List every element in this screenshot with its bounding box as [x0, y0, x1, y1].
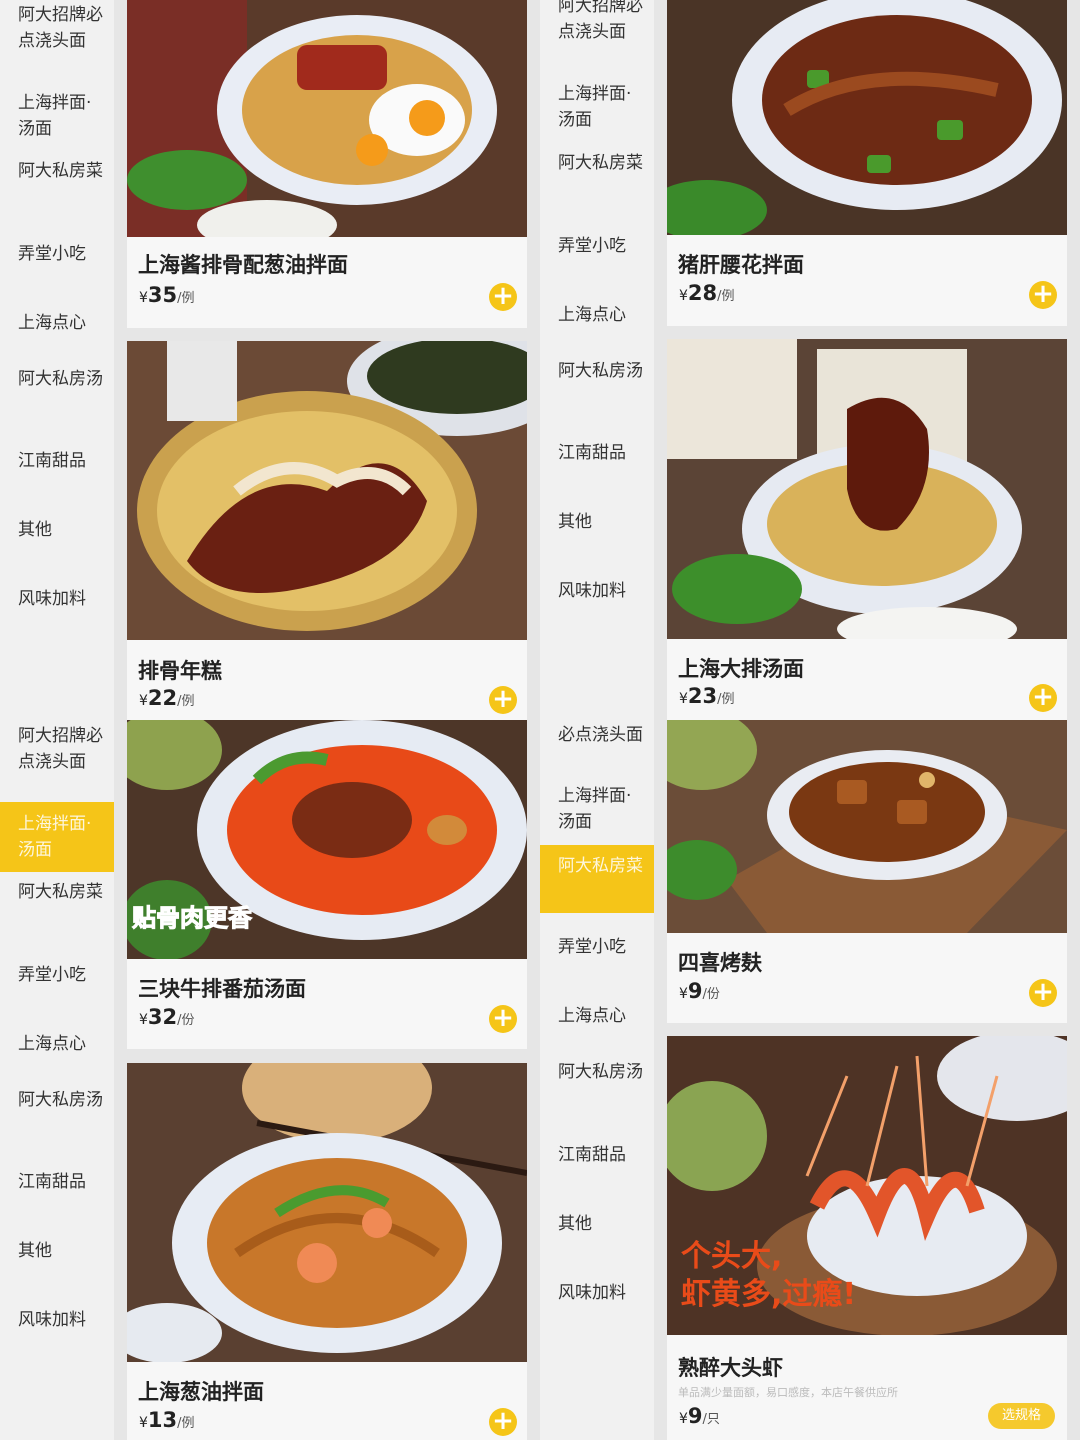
dish-price: ¥28/例 [679, 281, 735, 305]
nav-item-signature-noodles[interactable]: 阿大招牌必点浇头面 [540, 0, 654, 45]
category-sidebar: 必点浇头面 上海拌面·汤面 阿大私房菜 弄堂小吃 上海点心 阿大私房汤 江南甜品… [540, 720, 654, 1440]
nav-item-private-dishes[interactable]: 阿大私房菜 [540, 150, 654, 176]
dish-title: 排骨年糕 [138, 659, 222, 683]
promo-overlay-text: 个头大, 虾黄多,过瘾! [681, 1239, 857, 1312]
plus-circle-icon: + [492, 1003, 514, 1033]
dish-photo [667, 339, 1067, 639]
promo-overlay-text: 贴骨肉更香 [132, 904, 253, 933]
dish-photo [127, 0, 527, 237]
nav-item-private-soup[interactable]: 阿大私房汤 [0, 1087, 114, 1113]
dish-title: 上海大排汤面 [678, 657, 804, 681]
nav-item-other[interactable]: 其他 [540, 1211, 654, 1237]
screen-bottom-right: 必点浇头面 上海拌面·汤面 阿大私房菜 弄堂小吃 上海点心 阿大私房汤 江南甜品… [540, 720, 1080, 1440]
dish-price: ¥9/只 [679, 1404, 720, 1428]
add-to-cart-button[interactable]: + [489, 686, 517, 714]
nav-item-signature-noodles[interactable]: 阿大招牌必点浇头面 [0, 2, 114, 54]
nav-item-mixed-noodles[interactable]: 上海拌面·汤面 [0, 802, 114, 872]
dish-title: 猪肝腰花拌面 [678, 253, 804, 277]
plus-circle-icon: + [1032, 279, 1054, 309]
nav-item-alley-snacks[interactable]: 弄堂小吃 [540, 233, 654, 259]
nav-item-desserts[interactable]: 江南甜品 [0, 1169, 114, 1195]
plus-circle-icon: + [492, 684, 514, 714]
nav-item-other[interactable]: 其他 [540, 509, 654, 535]
nav-item-extras[interactable]: 风味加料 [0, 1307, 114, 1333]
dish-price: ¥22/例 [139, 686, 195, 710]
plus-circle-icon: + [1032, 977, 1054, 1007]
nav-item-mixed-noodles[interactable]: 上海拌面·汤面 [540, 783, 654, 835]
nav-item-private-dishes[interactable]: 阿大私房菜 [540, 845, 654, 913]
add-to-cart-button[interactable]: + [1029, 281, 1057, 309]
dish-title: 四喜烤麸 [678, 951, 762, 975]
nav-item-desserts[interactable]: 江南甜品 [540, 1142, 654, 1168]
nav-item-signature-noodles[interactable]: 阿大招牌必点浇头面 [0, 723, 114, 775]
nav-item-desserts[interactable]: 江南甜品 [540, 440, 654, 466]
add-to-cart-button[interactable]: + [1029, 979, 1057, 1007]
nav-item-mixed-noodles[interactable]: 上海拌面·汤面 [0, 90, 114, 142]
dish-price: ¥35/例 [139, 283, 195, 307]
nav-item-mixed-noodles[interactable]: 上海拌面·汤面 [540, 81, 654, 133]
nav-item-private-soup[interactable]: 阿大私房汤 [0, 366, 114, 392]
screen-top-left: 阿大招牌必点浇头面 上海拌面·汤面 阿大私房菜 弄堂小吃 上海点心 阿大私房汤 … [0, 0, 540, 720]
dish-photo [127, 1063, 527, 1362]
dish-title: 上海酱排骨配葱油拌面 [138, 253, 348, 277]
nav-item-dim-sum[interactable]: 上海点心 [0, 310, 114, 336]
nav-item-alley-snacks[interactable]: 弄堂小吃 [0, 241, 114, 267]
dish-subtitle: 单品满少量面额，易口感度，本店午餐供应所 [678, 1386, 898, 1399]
dish-price: ¥32/份 [139, 1005, 195, 1029]
nav-item-alley-snacks[interactable]: 弄堂小吃 [0, 962, 114, 988]
add-to-cart-button[interactable]: + [489, 1408, 517, 1436]
product-card[interactable]: 上海大排汤面 ¥23/例 + [667, 339, 1067, 720]
nav-item-other[interactable]: 其他 [0, 517, 114, 543]
add-to-cart-button[interactable]: + [489, 1005, 517, 1033]
product-card[interactable]: 个头大, 虾黄多,过瘾! 熟醉大头虾 单品满少量面额，易口感度，本店午餐供应所 … [667, 1036, 1067, 1440]
dish-title: 三块牛排番茄汤面 [138, 977, 306, 1001]
screen-bottom-left: 阿大招牌必点浇头面 上海拌面·汤面 阿大私房菜 弄堂小吃 上海点心 阿大私房汤 … [0, 720, 540, 1440]
nav-item-desserts[interactable]: 江南甜品 [0, 448, 114, 474]
product-card[interactable]: 四喜烤麸 ¥9/份 + [667, 720, 1067, 1023]
nav-item-dim-sum[interactable]: 上海点心 [540, 302, 654, 328]
select-spec-button[interactable]: 选规格 [987, 1403, 1055, 1429]
dish-price: ¥13/例 [139, 1408, 195, 1432]
add-to-cart-button[interactable]: + [489, 283, 517, 311]
nav-item-private-soup[interactable]: 阿大私房汤 [540, 358, 654, 384]
nav-item-other[interactable]: 其他 [0, 1238, 114, 1264]
dish-photo [667, 720, 1067, 933]
plus-circle-icon: + [492, 1406, 514, 1436]
dish-title: 熟醉大头虾 [678, 1356, 783, 1380]
screen-top-right: 阿大招牌必点浇头面 上海拌面·汤面 阿大私房菜 弄堂小吃 上海点心 阿大私房汤 … [540, 0, 1080, 720]
nav-item-signature-noodles[interactable]: 必点浇头面 [540, 722, 654, 748]
product-card[interactable]: 贴骨肉更香 三块牛排番茄汤面 ¥32/份 + [127, 720, 527, 1049]
product-card[interactable]: 上海葱油拌面 ¥13/例 + [127, 1063, 527, 1440]
nav-item-private-soup[interactable]: 阿大私房汤 [540, 1059, 654, 1085]
nav-item-private-dishes[interactable]: 阿大私房菜 [0, 879, 114, 905]
nav-item-extras[interactable]: 风味加料 [540, 578, 654, 604]
nav-item-extras[interactable]: 风味加料 [0, 586, 114, 612]
product-card[interactable]: 上海酱排骨配葱油拌面 ¥35/例 + [127, 0, 527, 328]
category-sidebar: 阿大招牌必点浇头面 上海拌面·汤面 阿大私房菜 弄堂小吃 上海点心 阿大私房汤 … [0, 720, 114, 1440]
product-card[interactable]: 猪肝腰花拌面 ¥28/例 + [667, 0, 1067, 326]
nav-item-private-dishes[interactable]: 阿大私房菜 [0, 158, 114, 184]
dish-title: 上海葱油拌面 [138, 1380, 264, 1404]
nav-item-alley-snacks[interactable]: 弄堂小吃 [540, 934, 654, 960]
add-to-cart-button[interactable]: + [1029, 684, 1057, 712]
category-sidebar: 阿大招牌必点浇头面 上海拌面·汤面 阿大私房菜 弄堂小吃 上海点心 阿大私房汤 … [0, 0, 114, 720]
plus-circle-icon: + [492, 281, 514, 311]
dish-price: ¥9/份 [679, 979, 720, 1003]
category-sidebar: 阿大招牌必点浇头面 上海拌面·汤面 阿大私房菜 弄堂小吃 上海点心 阿大私房汤 … [540, 0, 654, 720]
dish-photo [667, 0, 1067, 235]
nav-item-dim-sum[interactable]: 上海点心 [540, 1003, 654, 1029]
nav-item-extras[interactable]: 风味加料 [540, 1280, 654, 1306]
dish-photo [127, 341, 527, 640]
plus-circle-icon: + [1032, 682, 1054, 712]
nav-item-dim-sum[interactable]: 上海点心 [0, 1031, 114, 1057]
dish-price: ¥23/例 [679, 684, 735, 708]
product-card[interactable]: 排骨年糕 ¥22/例 + [127, 341, 527, 720]
